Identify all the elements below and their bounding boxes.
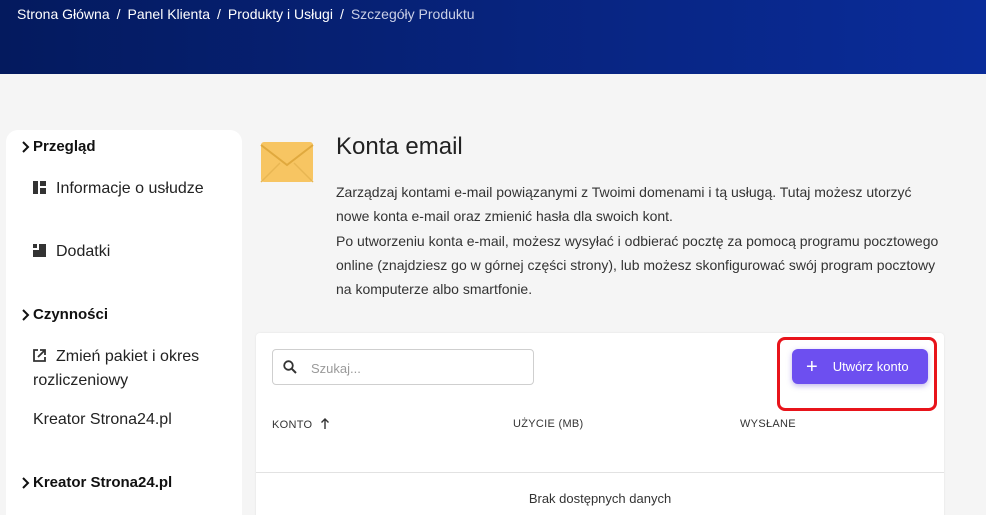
sidebar-item-change-plan[interactable]: Zmień pakiet i okres rozliczeniowy xyxy=(33,345,233,393)
create-account-button[interactable]: + Utwórz konto xyxy=(792,349,928,384)
chevron-right-icon xyxy=(22,140,30,153)
search-box xyxy=(272,349,534,385)
external-link-icon xyxy=(33,349,46,362)
sidebar-item-site-builder[interactable]: Kreator Strona24.pl xyxy=(33,408,233,432)
email-accounts-card: + Utwórz konto KONTO UŻYCIE (MB) WYSŁANE… xyxy=(256,333,944,515)
table-divider xyxy=(256,472,944,473)
sidebar-item-service-info[interactable]: Informacje o usłudze xyxy=(33,177,233,201)
chevron-right-icon xyxy=(22,476,30,489)
sidebar-section-actions[interactable]: Czynności xyxy=(20,306,108,323)
breadcrumb-separator: / xyxy=(339,6,344,22)
top-header: Strona Główna / Panel Klienta / Produkty… xyxy=(0,0,986,74)
sidebar: Przegląd Informacje o usłudze Dodatki Cz… xyxy=(6,130,242,515)
envelope-icon xyxy=(260,142,314,183)
sidebar-section-title: Przegląd xyxy=(33,138,96,155)
description-paragraph: Po utworzeniu konta e-mail, możesz wysył… xyxy=(336,232,939,298)
info-grid-icon xyxy=(33,181,46,194)
sidebar-item-label: Zmień pakiet i okres rozliczeniowy xyxy=(33,348,200,389)
chevron-right-icon xyxy=(22,308,30,321)
search-input[interactable] xyxy=(311,358,521,378)
addons-icon xyxy=(33,244,46,257)
breadcrumb-products-services[interactable]: Produkty i Usługi xyxy=(228,6,333,22)
search-icon xyxy=(283,360,297,374)
sidebar-item-label: Kreator Strona24.pl xyxy=(33,411,172,428)
create-account-label: Utwórz konto xyxy=(832,359,909,374)
breadcrumb-product-details: Szczegóły Produktu xyxy=(350,6,475,22)
breadcrumb: Strona Główna / Panel Klienta / Produkty… xyxy=(17,6,475,22)
description-paragraph: Zarządzaj kontami e-mail powiązanymi z T… xyxy=(336,184,912,225)
sidebar-section-site-builder[interactable]: Kreator Strona24.pl xyxy=(20,474,172,491)
breadcrumb-separator: / xyxy=(116,6,121,22)
sidebar-item-addons[interactable]: Dodatki xyxy=(33,240,233,264)
sidebar-item-label: Dodatki xyxy=(56,243,111,260)
page-description: Zarządzaj kontami e-mail powiązanymi z T… xyxy=(336,180,946,301)
sidebar-section-overview[interactable]: Przegląd xyxy=(20,138,96,155)
column-header-usage[interactable]: UŻYCIE (MB) xyxy=(513,418,584,430)
column-header-sent[interactable]: WYSŁANE xyxy=(740,418,796,430)
breadcrumb-client-panel[interactable]: Panel Klienta xyxy=(128,6,211,22)
breadcrumb-separator: / xyxy=(217,6,221,22)
sort-ascending-icon xyxy=(321,418,330,429)
breadcrumb-home[interactable]: Strona Główna xyxy=(17,6,110,22)
sidebar-item-label: Informacje o usłudze xyxy=(56,180,204,197)
sidebar-section-title: Kreator Strona24.pl xyxy=(33,474,173,491)
page-title: Konta email xyxy=(336,133,463,160)
column-header-account[interactable]: KONTO xyxy=(272,418,330,431)
plus-icon: + xyxy=(806,355,818,378)
sidebar-section-title: Czynności xyxy=(33,306,109,323)
empty-state-text: Brak dostępnych danych xyxy=(528,491,672,506)
